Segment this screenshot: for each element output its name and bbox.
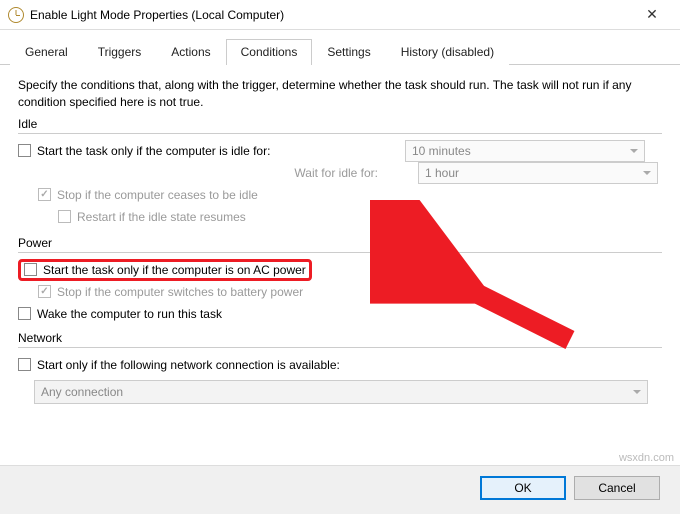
dropdown-network-value: Any connection — [41, 385, 123, 399]
tab-actions[interactable]: Actions — [156, 39, 225, 65]
checkbox-restart-if-resume — [58, 210, 71, 223]
row-wake: Wake the computer to run this task — [18, 303, 662, 325]
row-ac-power: Start the task only if the computer is o… — [18, 259, 662, 281]
cancel-button[interactable]: Cancel — [574, 476, 660, 500]
checkbox-network[interactable] — [18, 358, 31, 371]
tab-general[interactable]: General — [10, 39, 83, 65]
checkbox-ac-power[interactable] — [24, 263, 37, 276]
dropdown-wait-duration-value: 1 hour — [425, 166, 459, 180]
checkbox-stop-if-cease — [38, 188, 51, 201]
dropdown-wait-duration[interactable]: 1 hour — [418, 162, 658, 184]
label-stop-if-battery: Stop if the computer switches to battery… — [57, 285, 303, 299]
power-section-label: Power — [18, 236, 662, 250]
power-divider — [18, 252, 662, 253]
chevron-down-icon — [630, 149, 638, 153]
row-stop-if-battery: Stop if the computer switches to battery… — [18, 281, 662, 303]
row-idle-start: Start the task only if the computer is i… — [18, 140, 662, 162]
network-divider — [18, 347, 662, 348]
tab-triggers[interactable]: Triggers — [83, 39, 157, 65]
checkbox-idle-start[interactable] — [18, 144, 31, 157]
idle-divider — [18, 133, 662, 134]
network-section-label: Network — [18, 331, 662, 345]
dropdown-network-connection[interactable]: Any connection — [34, 380, 648, 404]
idle-section-label: Idle — [18, 117, 662, 131]
label-wait-idle: Wait for idle for: — [18, 166, 388, 180]
label-idle-start: Start the task only if the computer is i… — [37, 144, 399, 158]
dropdown-idle-duration-value: 10 minutes — [412, 144, 471, 158]
titlebar: Enable Light Mode Properties (Local Comp… — [0, 0, 680, 30]
close-button[interactable]: ✕ — [632, 6, 672, 23]
tab-history[interactable]: History (disabled) — [386, 39, 509, 65]
tab-settings[interactable]: Settings — [312, 39, 385, 65]
ok-button[interactable]: OK — [480, 476, 566, 500]
tab-conditions[interactable]: Conditions — [226, 39, 313, 65]
conditions-panel: Specify the conditions that, along with … — [0, 65, 680, 414]
label-wake: Wake the computer to run this task — [37, 307, 222, 321]
intro-text: Specify the conditions that, along with … — [18, 77, 662, 111]
label-stop-if-cease: Stop if the computer ceases to be idle — [57, 188, 258, 202]
row-network: Start only if the following network conn… — [18, 354, 662, 376]
checkbox-wake[interactable] — [18, 307, 31, 320]
window-title: Enable Light Mode Properties (Local Comp… — [30, 8, 632, 22]
label-network: Start only if the following network conn… — [37, 358, 340, 372]
highlight-ac-power: Start the task only if the computer is o… — [18, 259, 312, 281]
chevron-down-icon — [643, 171, 651, 175]
watermark: wsxdn.com — [619, 452, 674, 464]
row-restart-if-resume: Restart if the idle state resumes — [18, 206, 662, 228]
tab-strip: General Triggers Actions Conditions Sett… — [0, 30, 680, 65]
task-scheduler-icon — [8, 7, 24, 23]
row-stop-if-cease: Stop if the computer ceases to be idle — [18, 184, 662, 206]
dropdown-idle-duration[interactable]: 10 minutes — [405, 140, 645, 162]
label-ac-power: Start the task only if the computer is o… — [43, 263, 306, 277]
chevron-down-icon — [633, 390, 641, 394]
checkbox-stop-if-battery — [38, 285, 51, 298]
dialog-footer: OK Cancel — [0, 465, 680, 514]
label-restart-if-resume: Restart if the idle state resumes — [77, 210, 246, 224]
row-wait-idle: Wait for idle for: 1 hour — [18, 162, 662, 184]
